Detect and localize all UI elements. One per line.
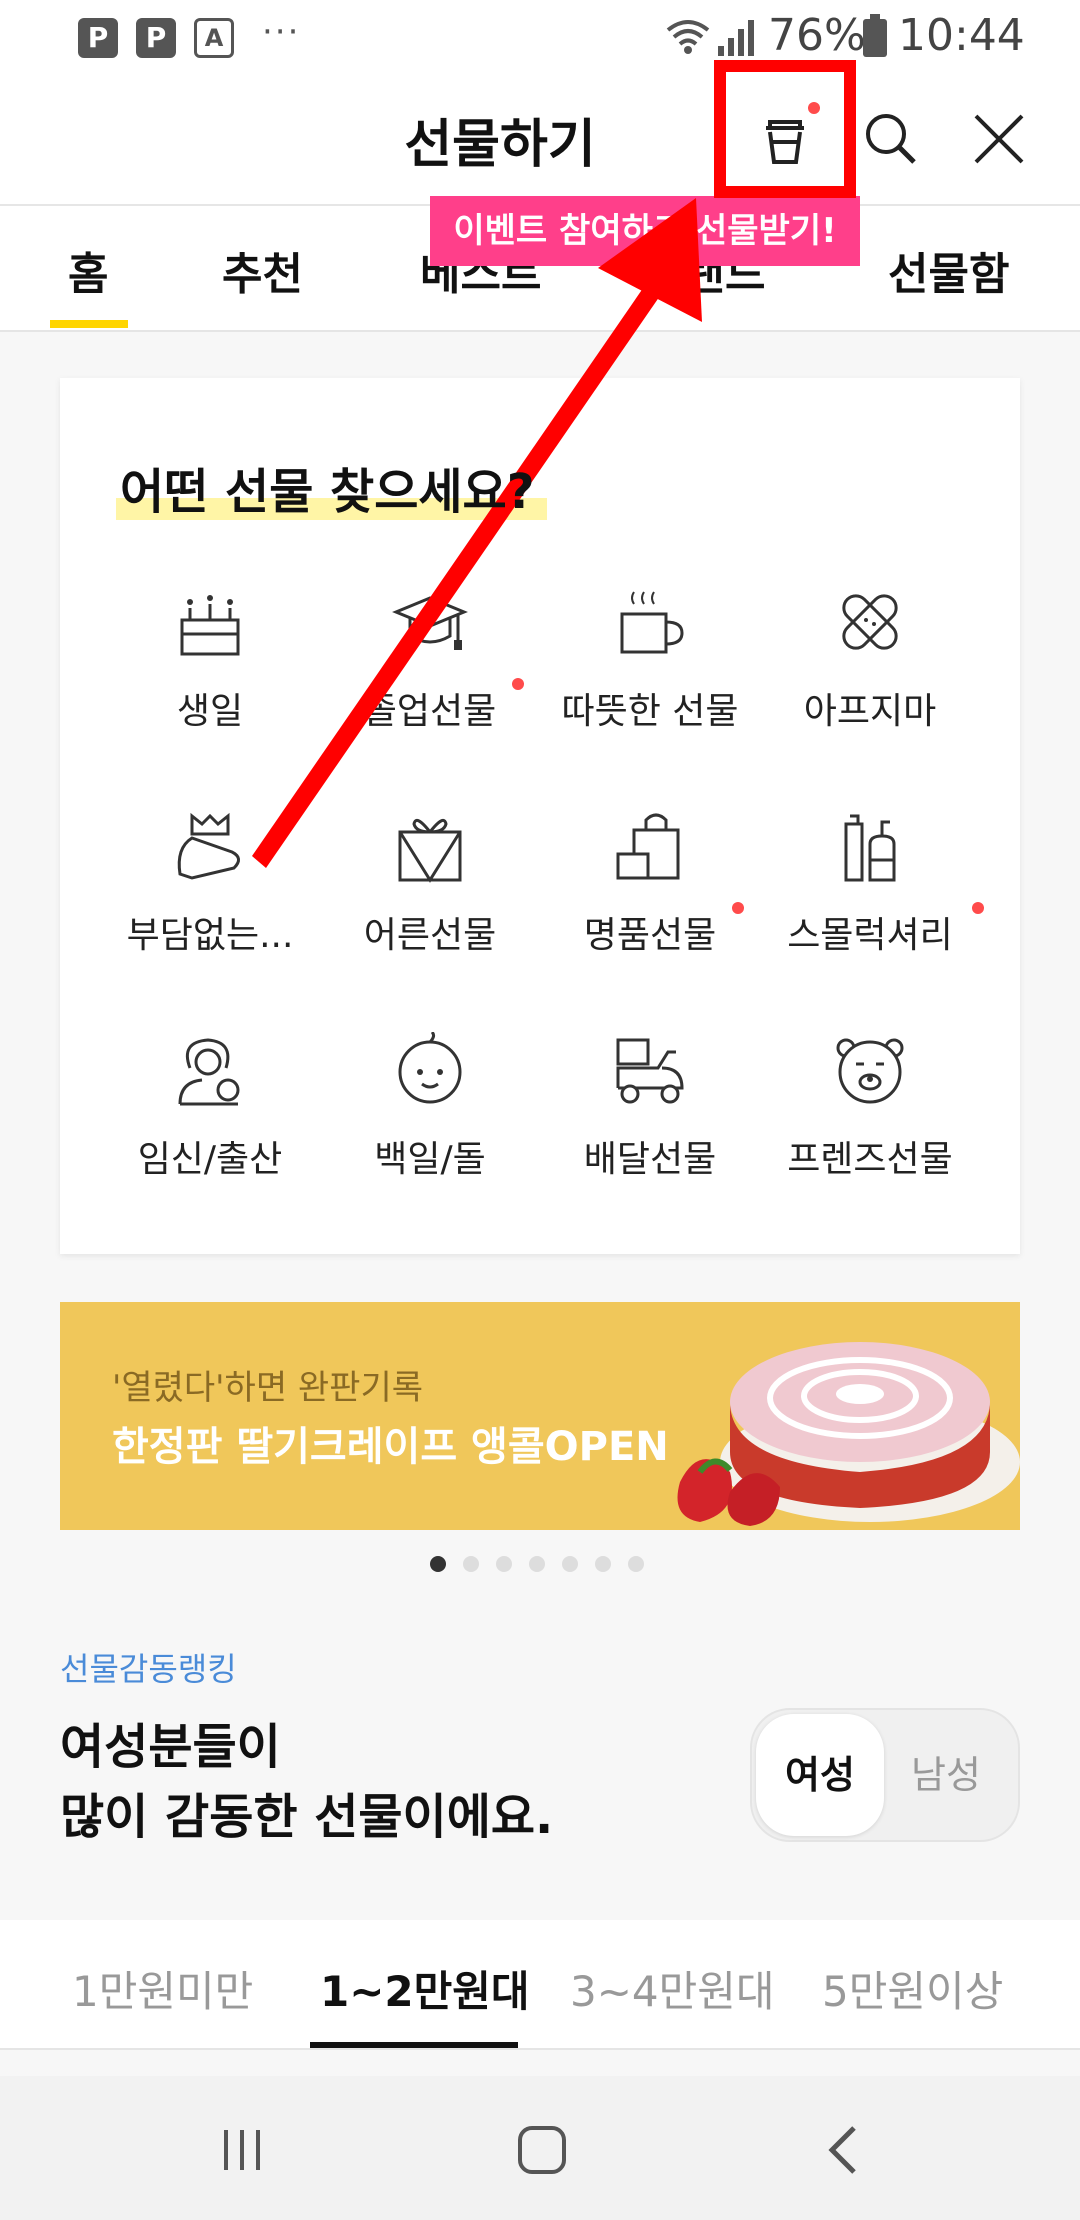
- new-badge-dot: [732, 902, 744, 914]
- category-label: 배달선물: [583, 1139, 717, 1180]
- signal-icon: [718, 20, 754, 56]
- tab-gift-box[interactable]: 선물함: [888, 238, 1009, 302]
- card-heading: 어떤 선물 찾으세요?: [116, 452, 548, 522]
- pager-dot[interactable]: [463, 1556, 479, 1572]
- category-birthday[interactable]: 생일: [100, 584, 320, 764]
- category-luxury[interactable]: 명품선물: [540, 808, 760, 988]
- shopping-bag-icon: [616, 813, 680, 880]
- gift-hand-icon: [177, 812, 240, 880]
- price-tab-over-50k[interactable]: 5만원이상: [822, 1958, 1003, 2019]
- toggle-male[interactable]: 남성: [884, 1714, 1008, 1836]
- category-light-gift[interactable]: 부담없는...: [100, 808, 320, 988]
- category-friends[interactable]: 프렌즈선물: [760, 1032, 980, 1212]
- status-bar: P P A ··· 76% 10:44: [0, 0, 1080, 72]
- pager-dot[interactable]: [496, 1556, 512, 1572]
- card-heading-text: 어떤 선물 찾으세요?: [120, 464, 535, 520]
- pager-dot[interactable]: [430, 1556, 446, 1572]
- category-label: 명품선물: [583, 915, 717, 956]
- new-badge-dot: [972, 902, 984, 914]
- category-label: 임신/출산: [137, 1139, 283, 1180]
- banner-subtitle: '열렸다'하면 완판기록: [112, 1368, 424, 1408]
- ranking-title: 여성분들이 많이 감동한 선물이에요.: [60, 1712, 553, 1852]
- price-tab-30k-40k[interactable]: 3~4만원대: [570, 1958, 775, 2019]
- back-icon[interactable]: [820, 2124, 868, 2176]
- category-elder-gift[interactable]: 어른선물: [320, 808, 540, 988]
- category-graduation[interactable]: 졸업선물: [320, 584, 540, 764]
- notification-badge: P: [78, 18, 118, 58]
- clock: 10:44: [898, 10, 1025, 61]
- category-label: 어른선물: [363, 915, 497, 956]
- category-get-well[interactable]: 아프지마: [760, 584, 980, 764]
- category-label: 따뜻한 선물: [561, 691, 739, 732]
- battery-icon: [863, 14, 887, 57]
- ranking-kicker[interactable]: 선물감동랭킹: [60, 1644, 237, 1690]
- category-label: 졸업선물: [363, 691, 497, 732]
- category-label: 프렌즈선물: [787, 1139, 953, 1180]
- category-label: 스몰럭셔리: [787, 915, 953, 956]
- category-100-days[interactable]: 백일/돌: [320, 1032, 540, 1212]
- wrapped-gift-icon: [398, 818, 462, 883]
- price-tab-under-10k[interactable]: 1만원미만: [72, 1958, 253, 2019]
- pager-dot[interactable]: [562, 1556, 578, 1572]
- event-tooltip[interactable]: 이벤트 참여하고 선물받기!: [430, 196, 860, 266]
- price-range-tabs: 1만원미만 1~2만원대 3~4만원대 5만원이상: [0, 1920, 1080, 2050]
- close-icon[interactable]: [966, 106, 1032, 172]
- search-icon[interactable]: [858, 106, 924, 172]
- cosmetics-icon: [844, 814, 896, 882]
- category-warm-gift[interactable]: 따뜻한 선물: [540, 584, 760, 764]
- hot-mug-icon: [620, 591, 684, 654]
- bear-face-icon: [836, 1038, 904, 1104]
- notification-badge: A: [194, 18, 234, 58]
- category-label: 백일/돌: [374, 1139, 486, 1180]
- toggle-female[interactable]: 여성: [756, 1714, 884, 1836]
- mother-baby-icon: [178, 1038, 240, 1106]
- delivery-scooter-icon: [616, 1038, 684, 1104]
- wifi-icon: [666, 20, 710, 54]
- birthday-cake-icon: [180, 595, 240, 656]
- category-delivery[interactable]: 배달선물: [540, 1032, 760, 1212]
- pager-dot[interactable]: [628, 1556, 644, 1572]
- gender-toggle: 여성 남성: [750, 1708, 1020, 1842]
- more-notifications-icon: ···: [262, 12, 301, 52]
- tab-home[interactable]: 홈: [68, 238, 108, 302]
- category-pregnancy[interactable]: 임신/출산: [100, 1032, 320, 1212]
- category-small-luxury[interactable]: 스몰럭셔리: [760, 808, 984, 988]
- battery-percent: 76%: [768, 10, 866, 61]
- pager-dot[interactable]: [529, 1556, 545, 1572]
- category-label: 생일: [176, 691, 244, 732]
- crepe-cake-image: [677, 1342, 1020, 1526]
- pager-dot[interactable]: [595, 1556, 611, 1572]
- category-label: 부담없는...: [126, 915, 294, 956]
- tab-recommend[interactable]: 추천: [222, 238, 303, 302]
- price-tab-10k-20k[interactable]: 1~2만원대: [320, 1958, 530, 2019]
- bandage-icon: [842, 594, 898, 650]
- ranking-title-line: 여성분들이: [60, 1719, 281, 1775]
- graduation-cap-icon: [392, 596, 468, 650]
- annotation-highlight-box: [714, 60, 856, 198]
- notification-badge: P: [136, 18, 176, 58]
- system-nav-bar: [0, 2076, 1080, 2220]
- promo-banner[interactable]: '열렸다'하면 완판기록 한정판 딸기크레이프 앵콜OPEN: [60, 1302, 1020, 1530]
- home-icon[interactable]: [514, 2122, 570, 2178]
- recent-apps-icon[interactable]: [218, 2126, 266, 2174]
- ranking-title-line: 많이 감동한 선물이에요.: [60, 1789, 554, 1845]
- new-badge-dot: [512, 678, 524, 690]
- category-label: 아프지마: [803, 691, 937, 732]
- active-tab-indicator: [50, 320, 128, 328]
- gift-category-card: 어떤 선물 찾으세요? 생일 졸업선물 따뜻한 선물 아프지마 부담없는... …: [60, 378, 1020, 1254]
- baby-face-icon: [398, 1032, 462, 1104]
- app-header: 선물하기: [0, 72, 1080, 206]
- active-price-indicator: [310, 2042, 518, 2048]
- banner-title: 한정판 딸기크레이프 앵콜OPEN: [112, 1424, 669, 1470]
